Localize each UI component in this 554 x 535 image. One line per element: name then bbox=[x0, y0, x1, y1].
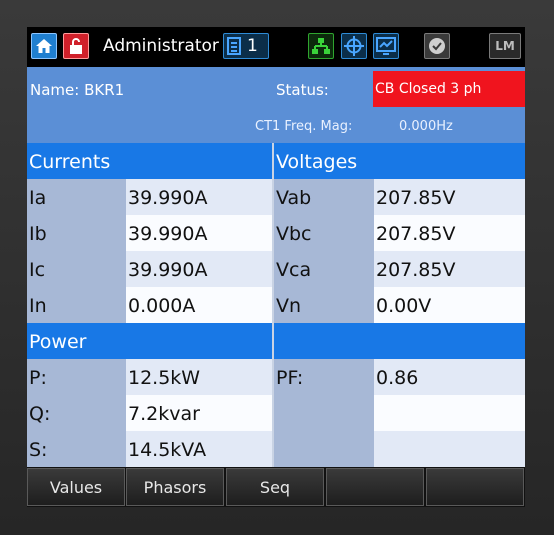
pf-label: PF: bbox=[274, 359, 374, 395]
document-icon bbox=[227, 37, 241, 55]
current-label: In bbox=[27, 287, 126, 323]
column-divider bbox=[272, 143, 274, 467]
tab-values[interactable]: Values bbox=[27, 468, 125, 506]
power-value: 14.5kVA bbox=[126, 431, 272, 467]
voltage-label: Vbc bbox=[274, 215, 374, 251]
metering-table: Currents Voltages Ia 39.990A Vab 207.85V… bbox=[27, 143, 525, 467]
breaker-info-header: Name: BKR1 Status: CB Closed 3 ph CT1 Fr… bbox=[27, 67, 525, 143]
events-button[interactable]: 1 bbox=[223, 33, 269, 59]
section-header-row: Power bbox=[27, 323, 525, 359]
frequency-value: 0.000Hz bbox=[399, 119, 453, 134]
bottom-tab-bar: Values Phasors Seq bbox=[27, 467, 525, 507]
hmi-screen: Administrator 1 LM Name: BKR1 Status: CB… bbox=[27, 27, 525, 507]
voltage-label: Vn bbox=[274, 287, 374, 323]
voltage-value: 207.85V bbox=[374, 215, 525, 251]
lock-button[interactable] bbox=[63, 33, 89, 59]
top-bar: Administrator 1 LM bbox=[27, 27, 525, 67]
power-value: 12.5kW bbox=[126, 359, 272, 395]
check-icon bbox=[429, 38, 445, 54]
voltage-value: 0.00V bbox=[374, 287, 525, 323]
voltage-value: 207.85V bbox=[374, 179, 525, 215]
current-value: 0.000A bbox=[126, 287, 272, 323]
acknowledge-button[interactable] bbox=[424, 33, 450, 59]
table-row: Ic 39.990A Vca 207.85V bbox=[27, 251, 525, 287]
crosshair-icon bbox=[344, 36, 364, 56]
power-label: P: bbox=[27, 359, 126, 395]
table-row: P: 12.5kW PF: 0.86 bbox=[27, 359, 525, 395]
empty-label-cell bbox=[274, 395, 374, 431]
monitor-icon bbox=[376, 37, 396, 55]
network-icon bbox=[312, 38, 330, 54]
status-label: Status: bbox=[276, 81, 329, 99]
breaker-name: Name: BKR1 bbox=[30, 81, 125, 99]
power-label: Q: bbox=[27, 395, 126, 431]
table-row: In 0.000A Vn 0.00V bbox=[27, 287, 525, 323]
frequency-label: CT1 Freq. Mag: bbox=[255, 119, 353, 134]
unlock-icon bbox=[70, 38, 82, 54]
section-currents: Currents bbox=[29, 151, 111, 173]
status-badge: CB Closed 3 ph bbox=[373, 71, 525, 107]
voltage-value: 207.85V bbox=[374, 251, 525, 287]
current-value: 39.990A bbox=[126, 179, 272, 215]
table-row: Ia 39.990A Vab 207.85V bbox=[27, 179, 525, 215]
current-value: 39.990A bbox=[126, 251, 272, 287]
table-row: Q: 7.2kvar bbox=[27, 395, 525, 431]
voltage-label: Vab bbox=[274, 179, 374, 215]
local-mode-button[interactable]: LM bbox=[489, 33, 521, 59]
tab-empty-1[interactable] bbox=[326, 468, 424, 506]
power-value: 7.2kvar bbox=[126, 395, 272, 431]
target-button[interactable] bbox=[341, 33, 367, 59]
pf-value: 0.86 bbox=[374, 359, 525, 395]
current-label: Ic bbox=[27, 251, 126, 287]
section-header-row: Currents Voltages bbox=[27, 143, 525, 179]
tab-phasors[interactable]: Phasors bbox=[126, 468, 224, 506]
voltage-label: Vca bbox=[274, 251, 374, 287]
section-power: Power bbox=[29, 331, 87, 353]
tab-empty-2[interactable] bbox=[426, 468, 524, 506]
home-button[interactable] bbox=[31, 33, 57, 59]
tab-seq[interactable]: Seq bbox=[226, 468, 324, 506]
user-role: Administrator bbox=[103, 36, 219, 56]
current-value: 39.990A bbox=[126, 215, 272, 251]
event-count: 1 bbox=[247, 36, 258, 56]
monitor-button[interactable] bbox=[373, 33, 399, 59]
power-label: S: bbox=[27, 431, 126, 467]
table-row: Ib 39.990A Vbc 207.85V bbox=[27, 215, 525, 251]
current-label: Ib bbox=[27, 215, 126, 251]
current-label: Ia bbox=[27, 179, 126, 215]
section-voltages: Voltages bbox=[276, 151, 358, 173]
home-icon bbox=[36, 39, 52, 53]
empty-value-cell bbox=[374, 431, 525, 467]
empty-value-cell bbox=[374, 395, 525, 431]
table-row: S: 14.5kVA bbox=[27, 431, 525, 467]
network-button[interactable] bbox=[308, 33, 334, 59]
empty-label-cell bbox=[274, 431, 374, 467]
